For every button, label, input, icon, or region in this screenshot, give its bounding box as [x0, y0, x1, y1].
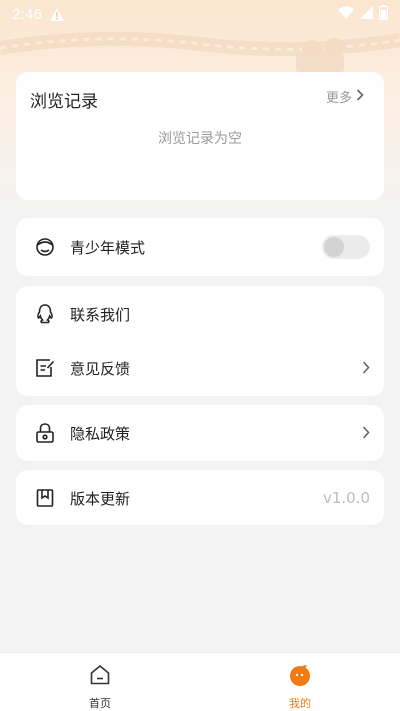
privacy-card: 隐私政策 [16, 405, 384, 461]
feedback-label: 意见反馈 [70, 359, 131, 378]
contact-label: 联系我们 [70, 305, 131, 324]
version-text: v1.0.0 [322, 489, 370, 507]
chevron-right-icon [356, 88, 364, 105]
privacy-row[interactable]: 隐私政策 [16, 405, 384, 461]
battery-icon [378, 4, 389, 24]
history-card: 浏览记录 更多 浏览记录为空 [16, 72, 384, 200]
mascot-avatar-icon [288, 663, 312, 691]
update-card: 版本更新 v1.0.0 [16, 470, 384, 525]
signal-icon [360, 5, 373, 23]
teen-mode-card: 青少年模式 [16, 218, 384, 276]
update-label: 版本更新 [70, 489, 131, 508]
history-title: 浏览记录 [30, 92, 98, 112]
status-bar: 2:46 [0, 0, 400, 28]
qq-penguin-icon [34, 303, 56, 325]
edit-note-icon [34, 357, 56, 379]
chevron-right-icon [362, 359, 370, 378]
bottom-tab-bar: 首页 我的 [0, 652, 400, 711]
feedback-row[interactable]: 意见反馈 [16, 340, 384, 396]
wifi-icon [338, 5, 354, 23]
toggle-knob [324, 237, 344, 257]
chevron-right-icon [362, 424, 370, 443]
contact-row[interactable]: 联系我们 [16, 286, 384, 342]
tab-mine[interactable]: 我的 [200, 653, 400, 711]
history-empty-text: 浏览记录为空 [158, 131, 242, 147]
update-row[interactable]: 版本更新 v1.0.0 [16, 470, 384, 526]
home-icon [88, 663, 112, 691]
teen-mode-toggle[interactable] [322, 235, 370, 259]
lock-icon [34, 422, 56, 444]
tab-home[interactable]: 首页 [0, 653, 200, 711]
tab-mine-label: 我的 [289, 697, 311, 710]
history-more-button[interactable]: 更多 [326, 87, 364, 106]
warning-icon [50, 7, 64, 21]
tab-home-label: 首页 [89, 697, 111, 710]
bookmark-icon [34, 487, 56, 509]
teen-mode-label: 青少年模式 [70, 238, 146, 257]
more-label: 更多 [325, 91, 352, 106]
teen-face-icon [34, 236, 56, 258]
privacy-label: 隐私政策 [70, 424, 131, 443]
support-card: 联系我们 意见反馈 [16, 286, 384, 396]
status-time: 2:46 [12, 5, 42, 23]
teen-mode-row: 青少年模式 [16, 219, 384, 275]
